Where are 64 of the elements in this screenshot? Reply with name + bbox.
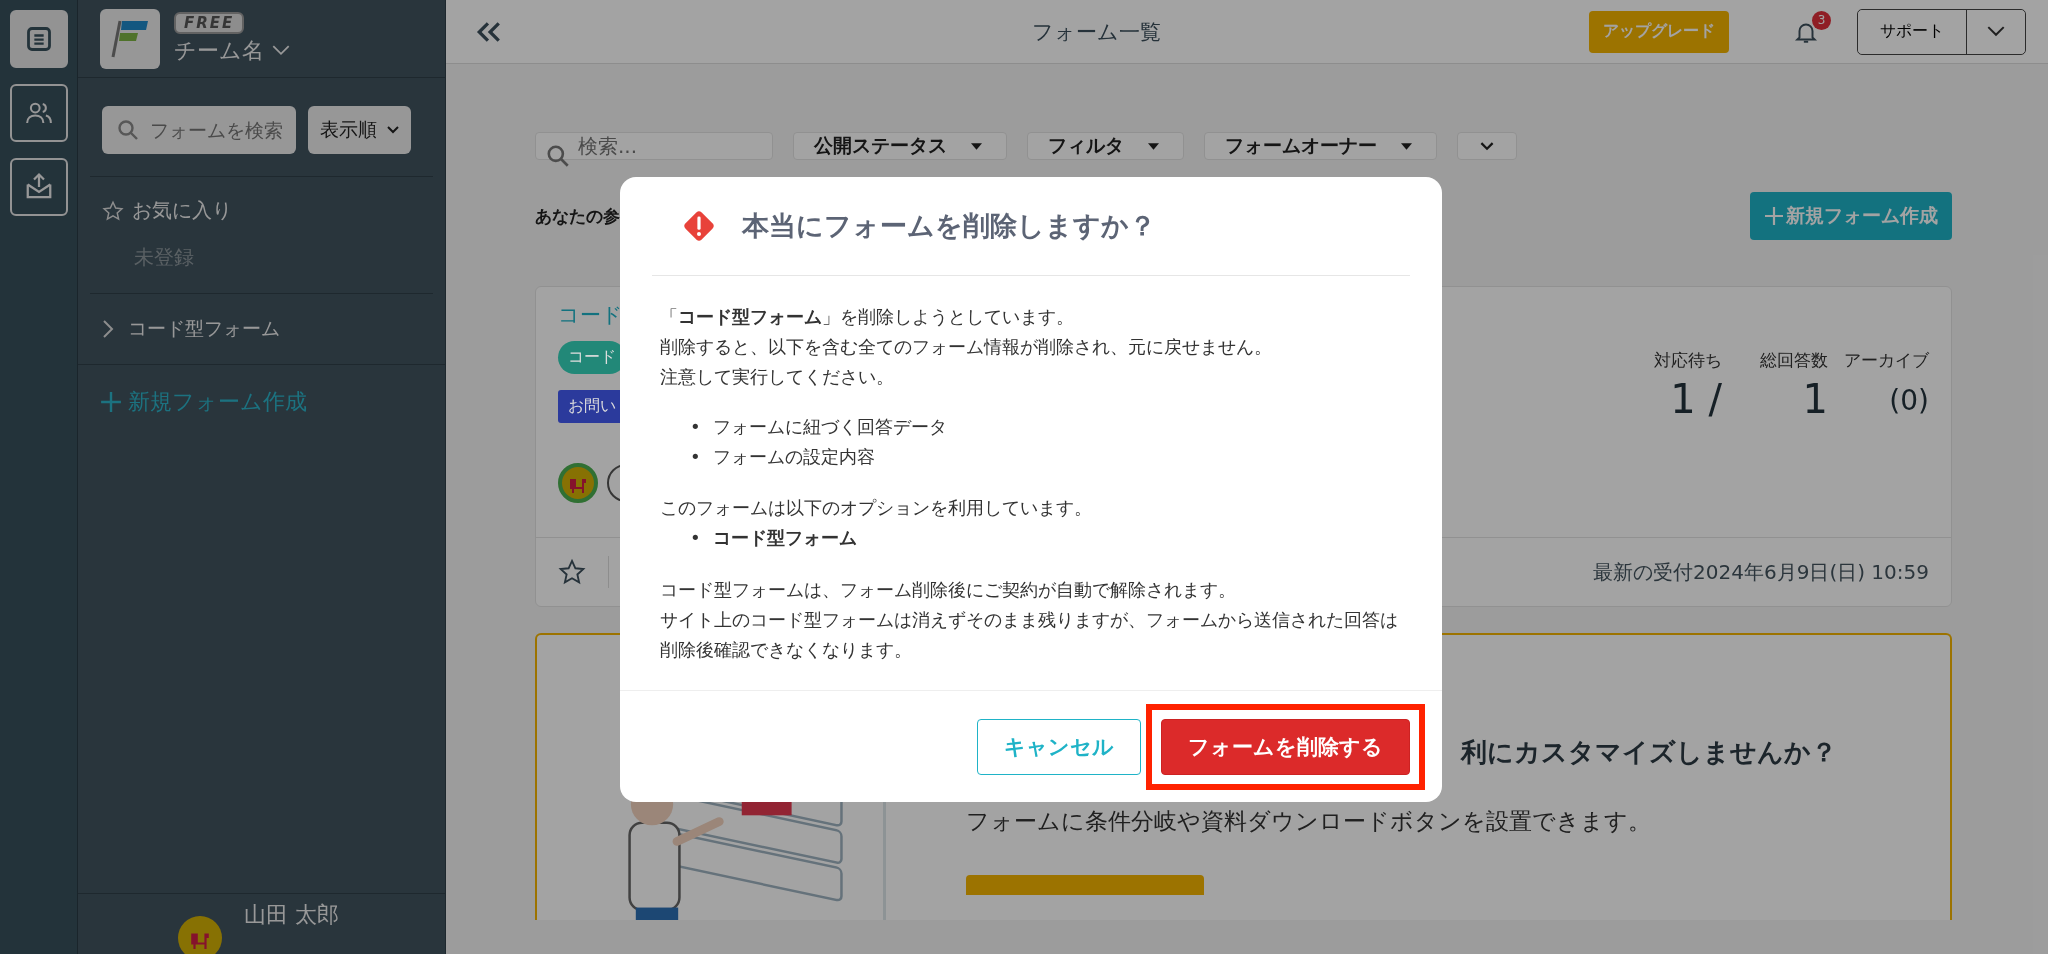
form-title[interactable]: コード [558, 301, 623, 329]
forms-icon[interactable] [9, 10, 68, 68]
stat-value: 1 / [1670, 376, 1722, 422]
search-icon [116, 118, 140, 142]
avatar-icon [558, 463, 598, 503]
dialog-text: コード型フォームは、フォーム削除後にご契約が自動で解除されます。 [660, 578, 1237, 602]
caret-icon [387, 126, 399, 134]
bullet: • [690, 445, 701, 469]
stat-label: 対応待ち [1654, 349, 1722, 372]
caret-icon [272, 45, 290, 56]
chevron-icon [102, 319, 114, 339]
stat-value: 1 [1802, 376, 1828, 422]
chevron-icon [1480, 141, 1494, 151]
cancel-button[interactable]: キャンセル [977, 718, 1141, 775]
search-field[interactable]: 検索... [535, 132, 773, 160]
star-icon[interactable] [558, 558, 586, 586]
collapse-icon[interactable] [476, 20, 502, 43]
more-dropdown[interactable] [1457, 132, 1517, 160]
list-item: コード型フォーム [712, 526, 857, 550]
caret-icon [1987, 26, 2005, 37]
latest-received: 最新の受付2024年6月9日(日) 10:59 [1593, 558, 1929, 586]
stat-value: (0) [1889, 384, 1929, 417]
list-item: フォームに紐づく回答データ [712, 415, 947, 439]
logo-icon[interactable] [100, 8, 160, 69]
star-icon [102, 199, 124, 222]
avatar-icon[interactable] [178, 916, 222, 954]
dialog-text: このフォームは以下のオプションを利用しています。 [660, 496, 1093, 520]
caret-icon [971, 142, 982, 150]
search-field[interactable]: フォームを検索 [102, 106, 296, 154]
new-form-button[interactable]: 新規フォーム作成 [1750, 192, 1952, 240]
page-title: フォーム一覧 [1032, 18, 1161, 46]
dialog-title: 本当にフォームを削除しますか？ [742, 209, 1156, 243]
support-button[interactable]: サポート [1858, 9, 1967, 54]
team-selector[interactable]: チーム名 [174, 35, 290, 66]
inbox-upload-icon[interactable] [9, 158, 68, 216]
filter-dropdown[interactable]: フィルタ [1027, 132, 1184, 160]
caret-icon [1401, 142, 1412, 150]
dialog-text: 「コード型フォーム」を削除しようとしています。 [660, 305, 1075, 329]
bullet: • [690, 415, 701, 439]
members-icon[interactable] [9, 84, 68, 142]
plan-badge: FREE [174, 11, 245, 34]
promo-text: フォームに条件分岐や資料ダウンロードボタンを設置できます。 [966, 807, 1652, 836]
filter-dropdown[interactable]: 公開ステータス [793, 132, 1007, 160]
favorites-label[interactable]: お気に入り [132, 197, 232, 224]
delete-button[interactable]: フォームを削除する [1161, 718, 1410, 775]
dialog-text: 削除すると、以下を含む全てのフォーム情報が削除され、元に戻せません。 [660, 335, 1273, 359]
stat-label: 総回答数 [1760, 349, 1828, 372]
promo-title: 利にカスタマイズしませんか？ [1461, 736, 1837, 769]
sort-button[interactable]: 表示順 [308, 106, 411, 154]
dialog-text: 注意して実行してください。 [660, 365, 895, 389]
plus-icon [100, 391, 122, 413]
user-name: 山田 太郎 [244, 901, 339, 929]
new-form-link[interactable]: 新規フォーム作成 [78, 365, 329, 439]
plus-icon [1764, 206, 1784, 226]
bullet: • [690, 526, 701, 550]
search-icon [545, 143, 571, 169]
dialog-text: サイト上のコード型フォームは消えずそのまま残りますが、フォームから送信された回答は削除後確認できなくなります。 [660, 608, 1399, 662]
filter-dropdown[interactable]: フォームオーナー [1204, 132, 1437, 160]
notification-badge: 3 [1812, 10, 1831, 30]
list-item: フォームの設定内容 [712, 445, 875, 469]
stat-label: アーカイブ [1844, 349, 1929, 372]
section-title: あなたの参 [535, 204, 620, 228]
folder-item[interactable]: コード型フォーム [78, 294, 445, 365]
caret-icon [1148, 142, 1159, 150]
